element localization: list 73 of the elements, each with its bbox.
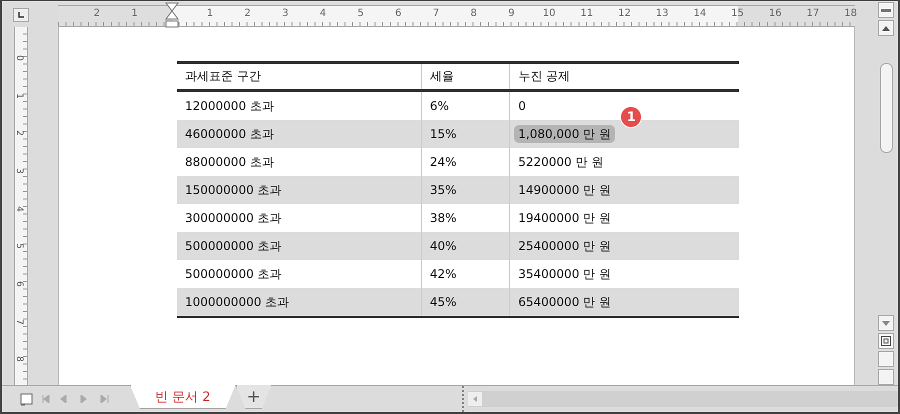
ruler-number: 17 xyxy=(806,8,820,19)
ruler-number: 5 xyxy=(357,8,364,19)
ruler-number: 1 xyxy=(206,8,214,19)
page-button[interactable] xyxy=(878,369,894,385)
ruler-number: 15 xyxy=(731,8,744,19)
ruler-number: 12 xyxy=(618,8,631,19)
ruler-number: 13 xyxy=(656,8,669,19)
ruler-number: 1 xyxy=(131,8,138,19)
split-button[interactable] xyxy=(878,2,894,18)
table-cell-text: 35400000 만 원 xyxy=(517,266,612,282)
minus-icon xyxy=(881,8,891,12)
table-cell-text: 14900000 만 원 xyxy=(517,182,612,198)
table-cell: 38% xyxy=(421,204,510,232)
ruler-number: 5 xyxy=(14,243,24,250)
table-cell: 150000000 초과 xyxy=(177,176,422,204)
ruler-number: 2 xyxy=(244,8,251,19)
table-cell-text: 0 xyxy=(517,98,527,115)
table-cell-text: 25400000 만 원 xyxy=(517,238,612,254)
down-arrow-icon xyxy=(882,320,890,326)
ruler-number: 7 xyxy=(14,318,24,325)
table-cell-text: 19400000 만 원 xyxy=(517,210,612,226)
table-cell: 42% xyxy=(421,260,510,288)
square-icon xyxy=(881,336,891,346)
table-cell: 45% xyxy=(421,288,510,317)
table-cell: 300000000 초과 xyxy=(177,204,422,232)
highlighted-text: 1,080,000 만 원 xyxy=(514,124,615,142)
ruler-number: 8 xyxy=(470,8,477,19)
ruler-number: 6 xyxy=(14,281,24,287)
document-tab[interactable]: 빈 문서 2 xyxy=(130,385,236,409)
horizontal-scrollbar[interactable] xyxy=(468,391,898,407)
indent-marker-icon[interactable] xyxy=(165,2,180,28)
table-cell: 1000000000 초과 xyxy=(177,288,422,317)
callout-badge: 1 xyxy=(620,106,642,128)
ruler-number: 4 xyxy=(320,8,326,19)
ruler-number: 7 xyxy=(432,8,440,19)
ruler-number: 9 xyxy=(508,8,515,19)
ruler-number: 0 xyxy=(14,54,24,61)
table-cell: 12000000 초과 xyxy=(177,90,422,120)
table-cell: 500000000 초과 xyxy=(177,232,422,260)
table-cell: 88000000 초과 xyxy=(177,148,422,176)
table-cell: 6% xyxy=(421,90,510,120)
up-arrow-icon xyxy=(882,26,890,30)
vertical-ruler[interactable]: 0 1 2 3 4 5 6 7 8 xyxy=(14,27,28,385)
scroll-down-button[interactable] xyxy=(878,315,894,331)
table-cell: 46000000 초과 xyxy=(177,120,422,148)
ruler-number: 3 xyxy=(282,8,288,19)
tab-stop-button[interactable] xyxy=(13,8,29,22)
view-button[interactable] xyxy=(878,333,894,349)
ruler-number: 1 xyxy=(14,92,24,98)
ruler-number: 4 xyxy=(14,206,24,212)
table-cell: 35% xyxy=(421,176,510,204)
ruler-number: 10 xyxy=(542,8,556,19)
table-cell: 15% xyxy=(421,120,510,148)
ruler-number: 14 xyxy=(693,8,706,19)
table-cell: 24% xyxy=(421,148,510,176)
table-cell-text: 5220000 만 원 xyxy=(517,154,604,170)
ruler-number: 2 xyxy=(14,130,24,136)
ruler-number: 2 xyxy=(94,8,100,19)
table-cell: 500000000 초과 xyxy=(177,260,422,288)
horizontal-ruler[interactable]: 2 1 1 2 3 4 5 6 7 8 9 10 11 12 13 14 15 16 17 18 xyxy=(58,5,855,27)
ruler-number: 16 xyxy=(768,8,782,19)
scroll-up-button[interactable] xyxy=(878,20,894,36)
new-tab-button[interactable]: + xyxy=(236,385,272,409)
table-cell: 40% xyxy=(421,232,510,260)
page-icon[interactable] xyxy=(20,392,33,406)
ruler-number: 6 xyxy=(395,8,402,19)
table-cell-text: 65400000 만 원 xyxy=(517,294,612,310)
ruler-number: 18 xyxy=(844,8,857,19)
scroll-thumb[interactable] xyxy=(880,63,892,153)
ruler-number: 8 xyxy=(14,356,24,362)
tab-stop-icon xyxy=(18,12,24,18)
ruler-number: 11 xyxy=(580,8,594,19)
ruler-number: 3 xyxy=(14,168,24,174)
